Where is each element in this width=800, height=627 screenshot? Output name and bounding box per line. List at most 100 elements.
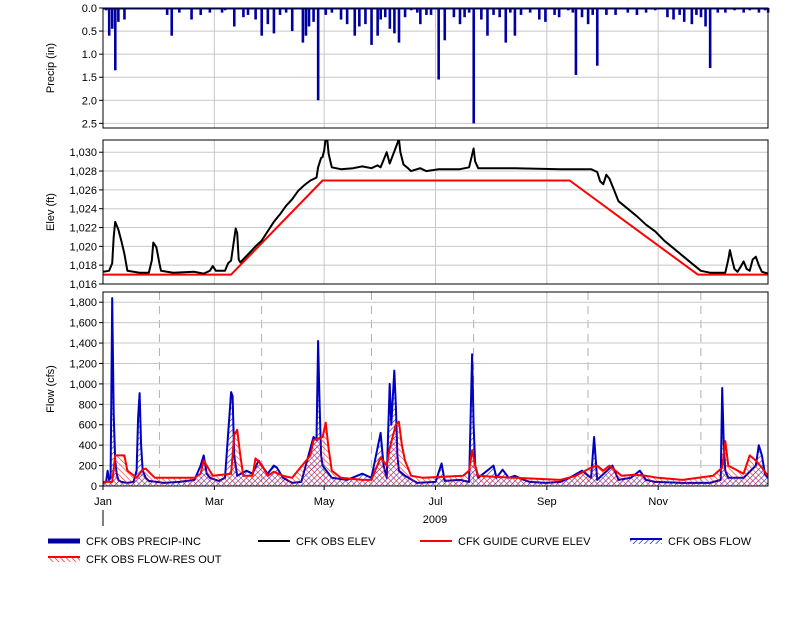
precip-bar (364, 8, 367, 25)
legend-label: CFK GUIDE CURVE ELEV (458, 536, 591, 548)
precip-bar (232, 8, 236, 27)
y-tick-label: 2.0 (82, 95, 97, 107)
y-axis-label: Flow (cfs) (45, 365, 57, 413)
precip-bar (419, 8, 422, 25)
precip-bar (388, 8, 392, 29)
y-tick-label: 0.5 (82, 26, 97, 38)
legend-item: CFK OBS FLOW (630, 536, 752, 548)
precip-bar (358, 8, 361, 27)
precip-bar (379, 8, 382, 20)
legend-item: CFK OBS FLOW-RES OUT (48, 554, 222, 566)
y-tick-label: 1,000 (69, 379, 97, 391)
precip-bar (486, 8, 489, 36)
y-tick-label: 1,400 (69, 338, 97, 350)
elev-panel: 1,016 1,018 1,020 1,022 1,024 1,026 1,028 1,030… (45, 139, 769, 291)
legend-label: CFK OBS FLOW-RES OUT (86, 554, 222, 566)
y-tick-label: 1,022 (69, 223, 97, 235)
precip-bar (443, 8, 447, 41)
x-axis: Jan Mar May Jul Sep Nov 2009 (94, 486, 668, 526)
precip-bar (544, 8, 547, 22)
x-tick-label: Jan (94, 496, 112, 508)
precip-bar (307, 8, 311, 27)
precip-bar (397, 8, 401, 43)
precip-bar (458, 8, 462, 25)
x-tick-label: Sep (537, 496, 557, 508)
x-tick-label: Mar (205, 496, 224, 508)
x-tick-label: Jul (428, 496, 442, 508)
precip-bar (254, 8, 257, 20)
y-tick-label: 1,200 (69, 358, 97, 370)
precip-bar (272, 8, 276, 34)
y-tick-label: 1,018 (69, 260, 97, 272)
y-tick-label: 1.0 (82, 49, 97, 61)
legend-label: CFK OBS FLOW (668, 536, 752, 548)
precip-bar (114, 8, 117, 71)
legend-item: CFK OBS PRECIP-INC (48, 536, 201, 548)
precip-bar (117, 8, 120, 22)
y-tick-label: 800 (79, 399, 97, 411)
precip-bar (513, 8, 517, 36)
legend-label: CFK OBS PRECIP-INC (86, 536, 201, 548)
precip-bar (672, 8, 675, 20)
precip-bar (339, 8, 343, 20)
legend-item: CFK OBS ELEV (258, 536, 376, 548)
precip-bar (393, 8, 396, 34)
y-tick-label: 600 (79, 420, 97, 432)
y-tick-label: 1,028 (69, 166, 97, 178)
precip-bar (376, 8, 379, 36)
y-tick-label: 1,030 (69, 147, 97, 159)
y-tick-label: 0 (91, 481, 97, 493)
precip-bar (170, 8, 174, 36)
precip-bar (370, 8, 373, 45)
flow-panel: 0 200 400 600 800 1,000 1,200 1,400 1,600 1,800 Fl… (45, 291, 769, 493)
x-tick-label: May (314, 496, 335, 508)
y-tick-label: 200 (79, 461, 97, 473)
legend-hatch (630, 539, 662, 544)
y-tick-label: 1.5 (82, 72, 97, 84)
y-tick-label: 1,016 (69, 279, 97, 291)
precip-bar (353, 8, 357, 36)
precip-bar (290, 8, 294, 32)
y-tick-label: 1,020 (69, 241, 97, 253)
precip-bar (110, 8, 114, 29)
precip-bar (595, 8, 599, 66)
precip-bar (301, 8, 305, 43)
precip-bar (538, 8, 541, 20)
y-tick-label: 1,026 (69, 185, 97, 197)
y-tick-label: 1,024 (69, 204, 97, 216)
precip-bar (480, 8, 483, 20)
year-label: 2009 (423, 514, 447, 526)
precip-panel: 0.0 0.5 1.0 1.5 2.0 2.5 Precip (in) (45, 3, 770, 130)
legend-item: CFK GUIDE CURVE ELEV (420, 536, 591, 548)
y-tick-label: 1,800 (69, 297, 97, 309)
x-tick-label: Nov (648, 496, 668, 508)
legend: CFK OBS PRECIP-INC CFK OBS ELEV CFK GUIDE … (48, 536, 752, 566)
precip-bar (190, 8, 193, 20)
precip-bar (704, 8, 707, 27)
precip-bar (472, 8, 476, 124)
precip-bar (260, 8, 264, 36)
precip-bar (682, 8, 686, 22)
precip-bar (304, 8, 308, 36)
y-tick-label: 1,600 (69, 318, 97, 330)
precip-bar (345, 8, 349, 25)
precip-bar (107, 8, 111, 36)
precip-bar (123, 8, 126, 20)
precip-bar (266, 8, 270, 25)
precip-bar (316, 8, 320, 101)
hydrograph-chart: 0.0 0.5 1.0 1.5 2.0 2.5 Precip (in) 1,016 1,018… (45, 3, 770, 566)
precip-bar (586, 8, 590, 25)
precip-bar (504, 8, 508, 43)
y-tick-label: 0.0 (82, 3, 97, 15)
precip-bar (437, 8, 440, 80)
precip-bar (312, 8, 315, 22)
precip-bar (708, 8, 712, 68)
y-tick-label: 400 (79, 440, 97, 452)
legend-hatch (48, 557, 80, 562)
precip-bar (690, 8, 694, 25)
y-axis-label: Elev (ft) (45, 193, 57, 231)
y-tick-label: 2.5 (82, 118, 97, 130)
precip-bar (574, 8, 578, 75)
legend-label: CFK OBS ELEV (296, 536, 376, 548)
y-axis-label: Precip (in) (45, 43, 57, 93)
